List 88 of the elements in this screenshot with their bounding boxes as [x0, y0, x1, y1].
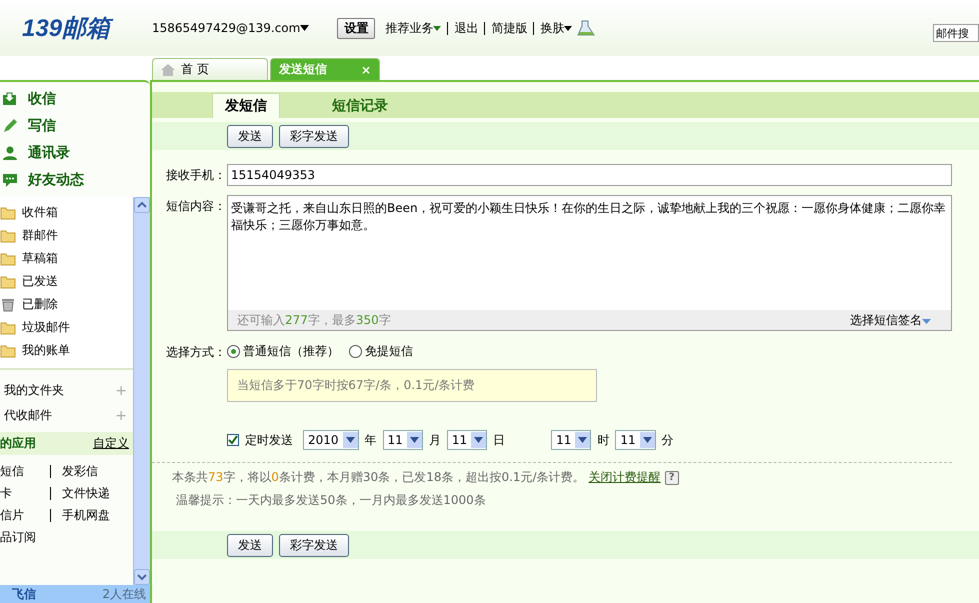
send-button[interactable]: 彩字发送	[279, 534, 349, 556]
caret-icon	[346, 437, 355, 443]
fetion-label: 飞信	[11, 586, 36, 602]
flask-icon	[576, 20, 596, 36]
app-link[interactable]: 短信	[0, 463, 48, 480]
unit-label: 月	[428, 432, 441, 448]
app-link[interactable]: 发彩信	[62, 463, 132, 480]
caret-icon	[474, 437, 484, 443]
radio-option[interactable]: 普通短信（推荐）	[227, 342, 339, 360]
send-button[interactable]: 发送	[227, 534, 273, 556]
dropdown[interactable]: 11	[382, 430, 423, 450]
sidebar-action[interactable]: 通讯录	[0, 144, 150, 162]
field-label: 接收手机：	[166, 167, 227, 184]
checkbox[interactable]	[227, 434, 239, 446]
field-label: 短信内容：	[166, 198, 227, 215]
app-link[interactable]: 信片	[0, 507, 48, 524]
header-link[interactable]: 推荐业务	[385, 20, 434, 36]
sidebar-action[interactable]: 收信	[0, 90, 150, 108]
phone-field[interactable]: 15154049353	[227, 164, 952, 186]
signature-dropdown[interactable]: 选择短信签名	[850, 312, 931, 328]
tab[interactable]: 发短信	[212, 93, 280, 118]
tab[interactable]: 首 页	[152, 58, 268, 80]
unit-label: 分	[662, 432, 674, 448]
home-icon	[161, 64, 175, 76]
help-icon[interactable]: ?	[664, 470, 679, 484]
pencil-icon	[2, 118, 18, 134]
folder-icon	[0, 343, 16, 358]
search-field[interactable]: 邮件搜	[933, 24, 979, 42]
caret-icon	[410, 437, 419, 443]
section-title: 的应用	[0, 435, 36, 452]
app-link[interactable]: 卡	[0, 485, 48, 502]
customize-link[interactable]: 自定义	[93, 435, 129, 452]
dropdown[interactable]: 11	[615, 430, 656, 450]
app-link[interactable]: 文件快递	[62, 485, 132, 502]
caret-icon	[922, 318, 931, 324]
fetion-bar[interactable]: 飞信 2人在线	[0, 585, 150, 603]
hint-text: 温馨提示：一天内最多发送50条，一月内最多发送1000条	[175, 492, 487, 509]
checkbox-label: 定时发送	[245, 432, 293, 448]
dropdown[interactable]: 11	[446, 430, 488, 450]
dropdown[interactable]: 2010	[303, 430, 359, 450]
account-email: 15865497429@139.com	[152, 21, 300, 35]
online-count: 2人在线	[102, 586, 146, 602]
folder-icon	[0, 205, 16, 220]
caret-icon	[578, 437, 588, 443]
radio-option[interactable]: 免提短信	[349, 342, 413, 360]
folder-icon	[0, 274, 16, 289]
folder-item[interactable]: 已删除	[0, 295, 133, 314]
caret-icon	[642, 437, 652, 443]
person-icon	[2, 144, 18, 161]
folder-item[interactable]: 垃圾邮件	[0, 318, 133, 337]
logo: 139邮箱	[0, 12, 140, 44]
app-link[interactable]: 品订阅	[0, 529, 48, 546]
folder-icon	[0, 228, 16, 243]
folder-item[interactable]: 草稿箱	[0, 249, 133, 268]
unit-label: 年	[364, 432, 377, 448]
folder-icon	[0, 251, 16, 266]
sidebar-action[interactable]: 好友动态	[0, 170, 150, 189]
scrollbar[interactable]	[133, 197, 150, 585]
folder-item[interactable]: 我的账单	[0, 341, 133, 360]
send-button[interactable]: 发送	[227, 124, 273, 148]
app-link[interactable]: 手机网盘	[62, 507, 132, 524]
char-counter: 还可输入277字，最多350字	[237, 312, 391, 328]
folder-item[interactable]: 已发送	[0, 272, 133, 291]
settings-button[interactable]: 设置	[337, 18, 376, 38]
tab[interactable]: 短信记录	[320, 93, 400, 118]
caret-icon	[300, 25, 310, 31]
unit-label: 时	[597, 432, 610, 448]
scroll-up-icon	[134, 197, 150, 213]
folder-icon	[0, 320, 16, 335]
header-link[interactable]: 换肤	[540, 20, 564, 36]
sidebar-link[interactable]: 代收邮件	[4, 407, 52, 424]
fee-info: 本条共73字，将以0条计费，本月赠30条，已发18条，超出按0.1元/条计费。	[172, 469, 585, 486]
header-link[interactable]: 退出	[454, 20, 478, 36]
unit-label: 日	[493, 432, 506, 448]
dropdown[interactable]: 11	[551, 430, 592, 450]
sidebar-link[interactable]: 我的文件夹	[4, 382, 64, 399]
sidebar-action[interactable]: 写信	[0, 117, 150, 136]
scroll-down-icon	[134, 569, 150, 585]
message-field[interactable]: 受谦哥之托，来自山东日照的Been，祝可爱的小颖生日快乐！在你的生日之际，诚挚地献上我的三个祝愿：一愿你身体健康；二愿你幸福快乐；三愿你万事如意。 还可输入277字，最多350字 选择短信签名	[227, 195, 952, 331]
send-button[interactable]: 彩字发送	[279, 124, 349, 148]
folder-item[interactable]: 收件箱	[0, 203, 133, 222]
folder-item[interactable]: 群邮件	[0, 226, 133, 245]
field-label: 选择方式：	[166, 344, 227, 361]
trash-icon	[0, 297, 16, 312]
tooltip: 当短信多于70字时按67字/条，0.1元/条计费	[227, 369, 597, 402]
check-icon	[228, 435, 238, 445]
header-link[interactable]: 简捷版	[491, 20, 528, 36]
close-fee-reminder-link[interactable]: 关闭计费提醒	[588, 469, 661, 486]
